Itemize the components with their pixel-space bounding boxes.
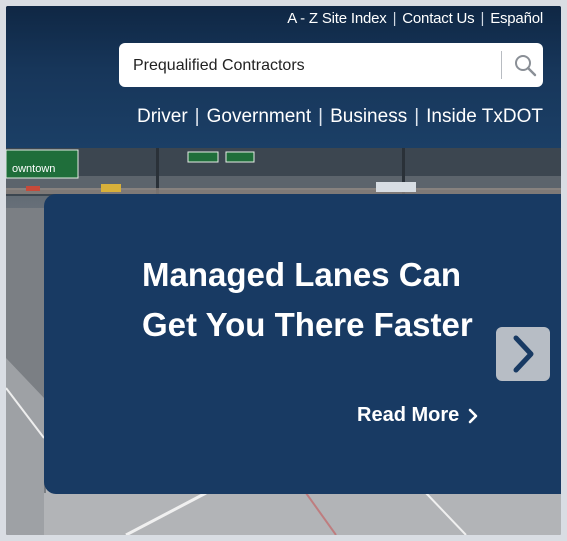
utility-nav: A - Z Site Index | Contact Us | Español (287, 10, 543, 27)
nav-separator: | (414, 106, 420, 127)
search-divider (501, 51, 502, 79)
nav-government[interactable]: Government (207, 106, 312, 128)
contact-us-link[interactable]: Contact Us (402, 10, 474, 27)
read-more-label: Read More (357, 404, 460, 426)
nav-inside-txdot[interactable]: Inside TxDOT (426, 106, 543, 128)
utility-separator: | (480, 10, 485, 27)
page-frame: A - Z Site Index | Contact Us | Español … (6, 6, 561, 535)
highway-sign-text: owntown (12, 163, 55, 175)
nav-separator: | (194, 106, 200, 127)
main-nav: Driver | Government | Business | Inside … (137, 106, 543, 128)
nav-separator: | (318, 106, 324, 127)
hero-headline-line2: Get You There Faster (142, 306, 473, 343)
read-more-link[interactable]: Read More (357, 404, 479, 427)
chevron-right-small-icon (468, 408, 478, 423)
search-input[interactable] (131, 52, 495, 80)
search-icon (515, 55, 537, 77)
utility-separator: | (392, 10, 397, 27)
carousel-next-button[interactable] (496, 327, 550, 381)
hero-headline-line1: Managed Lanes Can (142, 256, 462, 293)
hero-headline: Managed Lanes Can Get You There Faster (142, 250, 502, 350)
chevron-right-icon (513, 335, 534, 373)
search-box (119, 43, 543, 87)
site-index-link[interactable]: A - Z Site Index (287, 10, 387, 27)
nav-business[interactable]: Business (330, 106, 407, 128)
hero-panel: Managed Lanes Can Get You There Faster R… (44, 194, 561, 494)
espanol-link[interactable]: Español (490, 10, 543, 27)
search-button[interactable] (511, 51, 539, 79)
nav-driver[interactable]: Driver (137, 106, 188, 128)
site-header: A - Z Site Index | Contact Us | Español … (6, 6, 561, 148)
